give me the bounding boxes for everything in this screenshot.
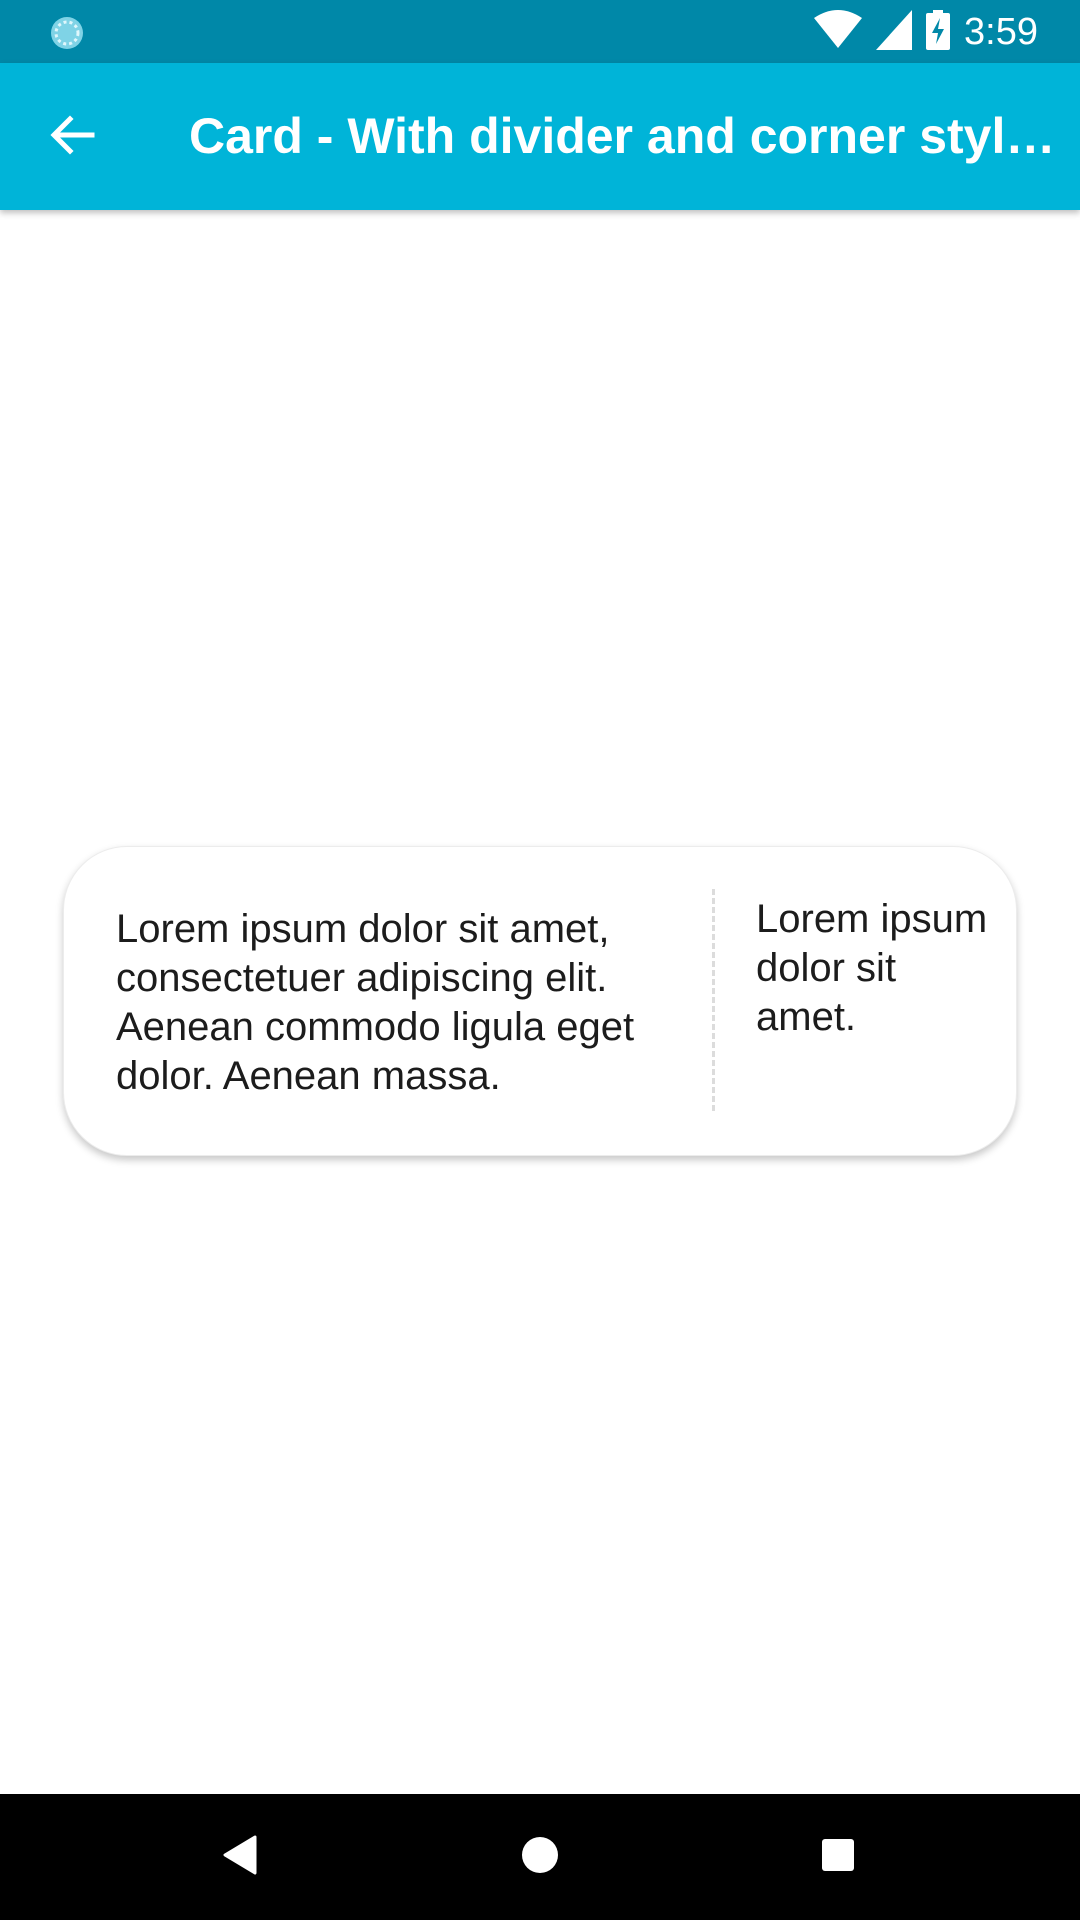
sync-icon bbox=[48, 14, 86, 52]
navigation-bar bbox=[0, 1794, 1080, 1920]
recents-square-icon bbox=[820, 1837, 856, 1878]
card-side-text: Lorem ipsum dolor sit amet. bbox=[756, 897, 988, 1039]
nav-recents-button[interactable] bbox=[808, 1827, 868, 1887]
back-triangle-icon bbox=[223, 1835, 259, 1880]
back-button[interactable] bbox=[36, 101, 108, 173]
clock: 3:59 bbox=[964, 10, 1038, 53]
app-bar: Card - With divider and corner style… bbox=[0, 63, 1080, 210]
status-icons: 3:59 bbox=[814, 8, 1038, 56]
nav-back-button[interactable] bbox=[211, 1827, 271, 1887]
battery-charging-icon bbox=[926, 9, 951, 55]
card-main-text: Lorem ipsum dolor sit amet, consectetuer… bbox=[116, 907, 635, 1098]
status-bar: 3:59 bbox=[0, 0, 1080, 63]
nav-home-button[interactable] bbox=[510, 1827, 570, 1887]
card: Lorem ipsum dolor sit amet, consectetuer… bbox=[63, 846, 1017, 1156]
home-circle-icon bbox=[520, 1835, 560, 1880]
cell-signal-icon bbox=[876, 9, 913, 55]
arrow-back-icon bbox=[48, 111, 96, 164]
page-title: Card - With divider and corner style… bbox=[189, 108, 1059, 164]
wifi-icon bbox=[814, 9, 863, 55]
card-divider bbox=[712, 889, 715, 1111]
